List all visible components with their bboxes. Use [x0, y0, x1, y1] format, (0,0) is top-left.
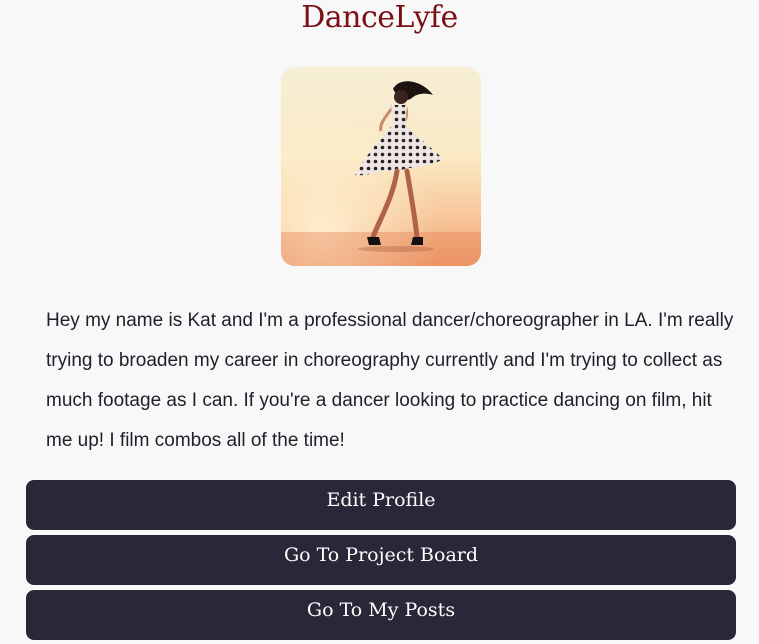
my-posts-button[interactable]: Go To My Posts — [26, 590, 736, 640]
app-title: DanceLyfe — [301, 0, 458, 35]
project-board-button[interactable]: Go To Project Board — [26, 535, 736, 585]
profile-photo — [281, 67, 481, 266]
profile-page: DanceLyfe Hey my name is Kat and I'm a p… — [0, 0, 759, 644]
profile-bio: Hey my name is Kat and I'm a professiona… — [46, 310, 734, 451]
edit-profile-button[interactable]: Edit Profile — [26, 480, 736, 530]
